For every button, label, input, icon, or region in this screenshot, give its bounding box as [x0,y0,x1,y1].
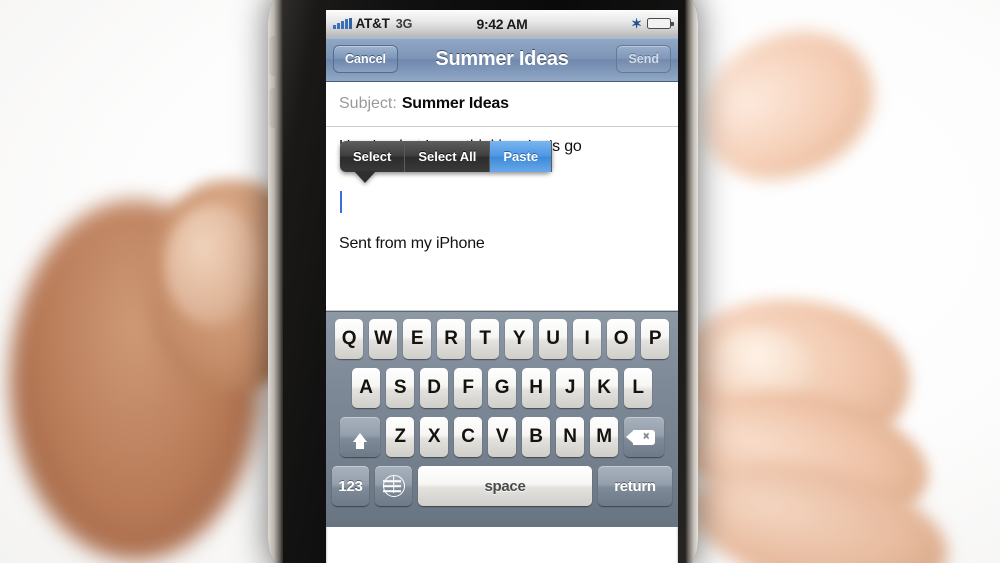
device-left-rim [268,0,283,563]
keyboard-row-1: QWERTYUIOP [329,319,675,359]
select-menu-item[interactable]: Select [340,141,406,172]
onscreen-keyboard: QWERTYUIOP ASDFGHJKL ZXCVBNM × 123 space… [326,311,678,527]
return-key[interactable]: return [598,466,672,506]
keyboard-row-4: 123 space return [329,466,675,506]
key-w[interactable]: W [369,319,397,359]
message-body-area[interactable]: Here's what I was thinking. Let's go Sen… [326,127,678,311]
device-screen: AT&T 3G 9:42 AM ✶ Cancel Summer Ideas Se… [326,10,678,563]
volume-down-button[interactable] [269,88,281,128]
navigation-bar: Cancel Summer Ideas Send [326,37,678,82]
key-f[interactable]: F [454,368,482,408]
subject-field-row[interactable]: Subject: Summer Ideas [326,82,678,127]
key-t[interactable]: T [471,319,499,359]
key-k[interactable]: K [590,368,618,408]
space-key[interactable]: space [418,466,592,506]
key-n[interactable]: N [556,417,584,457]
email-signature: Sent from my iPhone [339,235,485,252]
screenshot-scene: AT&T 3G 9:42 AM ✶ Cancel Summer Ideas Se… [0,0,1000,563]
subject-value: Summer Ideas [401,95,509,112]
clock-label: 9:42 AM [476,15,528,32]
key-h[interactable]: H [522,368,550,408]
key-m[interactable]: M [590,417,618,457]
keyboard-row-3: ZXCVBNM × [329,417,675,457]
keyboard-row-2: ASDFGHJKL [329,368,675,408]
popup-pointer-tail [354,171,376,183]
key-c[interactable]: C [454,417,482,457]
subject-label: Subject: [339,95,397,112]
key-u[interactable]: U [539,319,567,359]
select-all-menu-item[interactable]: Select All [405,141,491,172]
volume-up-button[interactable] [269,36,281,76]
key-y[interactable]: Y [505,319,533,359]
left-thumbnail [165,205,260,325]
status-bar: AT&T 3G 9:42 AM ✶ [326,10,678,37]
edit-menu-popup: Select Select All Paste [340,141,553,183]
shift-key[interactable] [340,417,380,457]
send-button[interactable]: Send [616,45,671,73]
key-r[interactable]: R [437,319,465,359]
key-j[interactable]: J [556,368,584,408]
key-b[interactable]: B [522,417,550,457]
text-cursor [340,191,342,213]
key-l[interactable]: L [624,368,652,408]
shift-arrow-icon [353,432,367,449]
key-g[interactable]: G [488,368,516,408]
paste-menu-item[interactable]: Paste [490,141,553,172]
key-d[interactable]: D [420,368,448,408]
device-right-rim [685,0,698,563]
key-i[interactable]: I [573,319,601,359]
backspace-icon: × [626,429,655,445]
iphone-device: AT&T 3G 9:42 AM ✶ Cancel Summer Ideas Se… [268,0,698,563]
key-p[interactable]: P [641,319,669,359]
cancel-button[interactable]: Cancel [333,45,398,73]
key-v[interactable]: V [488,417,516,457]
battery-icon [647,18,674,29]
key-e[interactable]: E [403,319,431,359]
numbers-key[interactable]: 123 [332,466,369,506]
key-z[interactable]: Z [386,417,414,457]
key-x[interactable]: X [420,417,448,457]
backspace-key[interactable]: × [624,417,664,457]
globe-icon [382,475,405,497]
globe-key[interactable] [375,466,412,506]
key-o[interactable]: O [607,319,635,359]
key-s[interactable]: S [386,368,414,408]
key-a[interactable]: A [352,368,380,408]
key-q[interactable]: Q [335,319,363,359]
